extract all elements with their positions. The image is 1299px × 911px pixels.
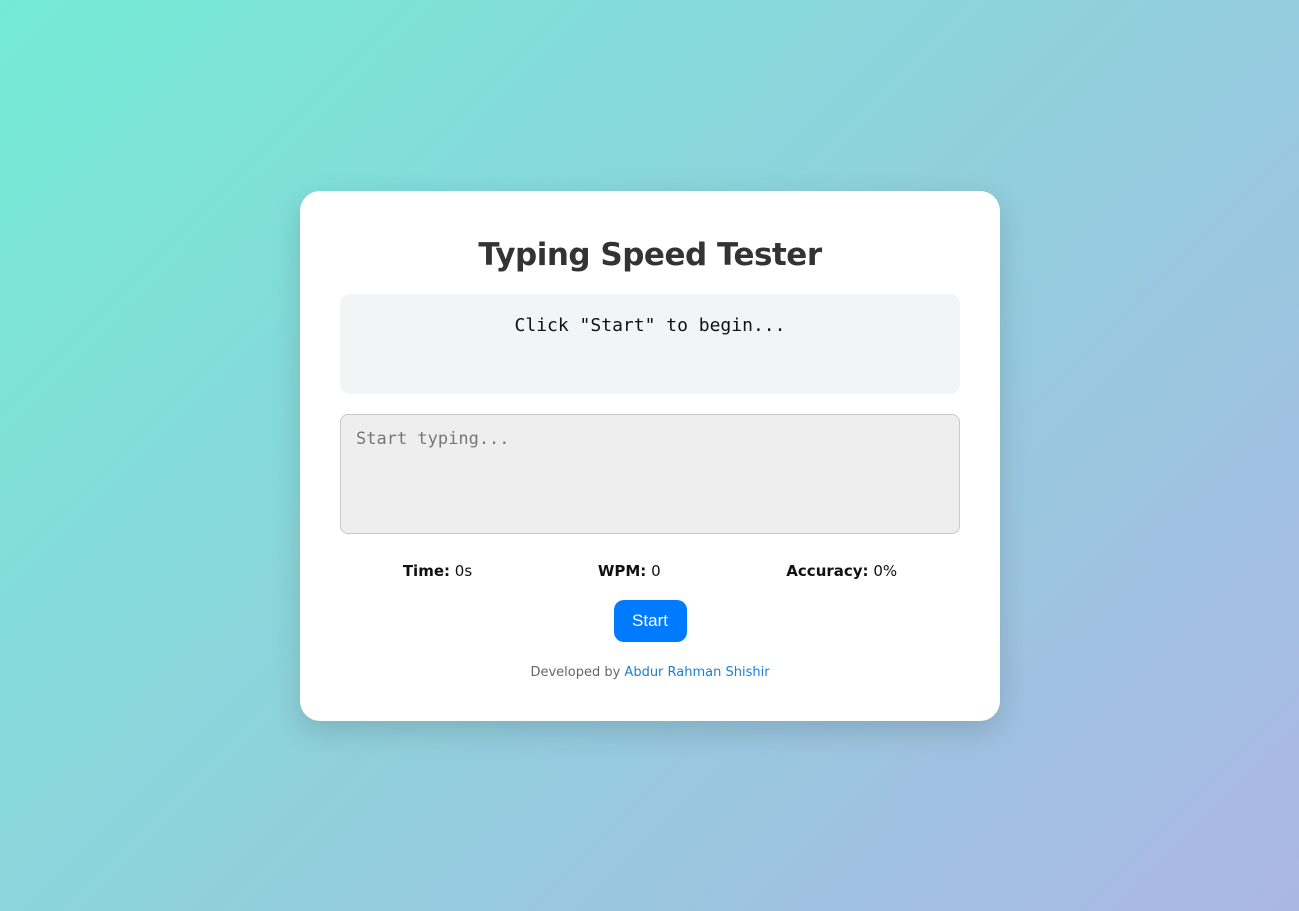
time-label: Time:: [402, 562, 451, 580]
footer-credit: Developed by Abdur Rahman Shishir: [340, 664, 960, 682]
quote-display: Click "Start" to begin...: [340, 294, 960, 394]
quote-text: Click "Start" to begin...: [514, 315, 786, 336]
accuracy-stat: Accuracy: 0%: [786, 560, 897, 582]
time-value: 0s: [454, 562, 473, 580]
author-link[interactable]: Abdur Rahman Shishir: [624, 665, 769, 680]
accuracy-label: Accuracy:: [786, 562, 869, 580]
time-stat: Time: 0s: [403, 560, 472, 582]
wpm-label: WPM:: [597, 562, 647, 580]
wpm-stat: WPM: 0: [598, 560, 661, 582]
footer-prefix: Developed by: [530, 665, 625, 680]
typing-input[interactable]: [340, 414, 960, 534]
main-card: Typing Speed Tester Click "Start" to beg…: [300, 191, 1000, 721]
accuracy-value: 0%: [873, 562, 898, 580]
stats-bar: Time: 0s WPM: 0 Accuracy: 0%: [340, 560, 960, 582]
start-button[interactable]: Start: [613, 600, 687, 642]
page-title: Typing Speed Tester: [478, 237, 822, 273]
wpm-value: 0: [651, 562, 661, 580]
